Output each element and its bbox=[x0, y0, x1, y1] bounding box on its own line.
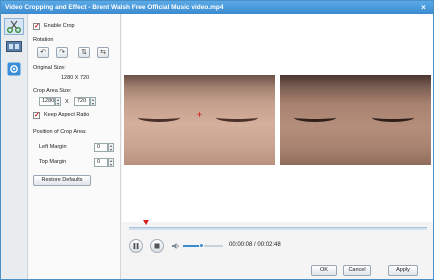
flip-vertical-button[interactable]: ⇅ bbox=[78, 47, 90, 58]
crop-settings-panel: ✓ Enable Crop Rotation ↶ ↷ ⇅ ⇆ Original … bbox=[29, 14, 121, 279]
volume-knob[interactable] bbox=[198, 243, 204, 248]
crop-area-label: Crop Area Size: bbox=[33, 88, 72, 94]
pause-button[interactable] bbox=[129, 239, 143, 253]
effect-gear-icon bbox=[7, 62, 21, 75]
original-size-label: Original Size: bbox=[33, 65, 66, 71]
pause-icon bbox=[133, 243, 139, 249]
enable-crop-checkbox[interactable]: ✓ bbox=[33, 23, 40, 30]
cropping-dialog: Video Cropping and Effect - Brent Walsh … bbox=[0, 0, 434, 280]
title-bar: Video Cropping and Effect - Brent Walsh … bbox=[1, 1, 433, 14]
crop-x-separator: X bbox=[65, 99, 69, 105]
preview-area: + bbox=[122, 14, 433, 222]
rotate-right-icon: ↷ bbox=[59, 49, 65, 56]
rotate-left-icon: ↶ bbox=[40, 49, 46, 56]
position-label: Position of Crop Area: bbox=[33, 129, 87, 135]
restore-defaults-button[interactable]: Restore Defaults bbox=[33, 175, 91, 186]
scissors-icon bbox=[7, 20, 21, 33]
keep-aspect-checkbox[interactable]: ✓ bbox=[33, 112, 40, 119]
left-eye bbox=[294, 113, 336, 122]
top-margin-label: Top Margin bbox=[39, 159, 67, 165]
enable-crop-label: Enable Crop bbox=[44, 23, 75, 29]
top-margin-input[interactable]: 0 bbox=[94, 158, 108, 167]
flip-horizontal-button[interactable]: ⇆ bbox=[97, 47, 109, 58]
timeline-track[interactable] bbox=[129, 227, 427, 230]
time-display: 00:00:08 / 00:02:48 bbox=[229, 242, 281, 248]
crop-height-stepper[interactable]: ▴ ▾ bbox=[90, 97, 96, 106]
flip-vertical-icon: ⇅ bbox=[81, 49, 87, 56]
output-video-preview bbox=[280, 75, 431, 165]
rotate-left-button[interactable]: ↶ bbox=[37, 47, 49, 58]
crop-tool-button[interactable] bbox=[4, 18, 24, 35]
ok-button[interactable]: OK bbox=[311, 265, 337, 276]
right-eye bbox=[216, 113, 258, 122]
left-eye bbox=[138, 113, 180, 122]
filmstrip-icon bbox=[6, 41, 22, 52]
window-title: Video Cropping and Effect - Brent Walsh … bbox=[5, 4, 224, 11]
crop-width-stepper[interactable]: ▴ ▾ bbox=[55, 97, 61, 106]
left-margin-input[interactable]: 0 bbox=[94, 143, 108, 152]
volume-slider[interactable] bbox=[183, 243, 223, 248]
flip-horizontal-icon: ⇆ bbox=[100, 49, 106, 56]
original-size-value: 1280 X 720 bbox=[61, 75, 90, 81]
apply-button[interactable]: Apply bbox=[388, 265, 418, 276]
crop-width-input[interactable]: 1280 bbox=[39, 97, 55, 106]
close-icon[interactable]: × bbox=[419, 3, 428, 12]
trim-tool-button[interactable] bbox=[4, 38, 24, 55]
right-eye bbox=[372, 113, 414, 122]
stop-button[interactable] bbox=[150, 239, 164, 253]
top-margin-stepper[interactable]: ▴ ▾ bbox=[108, 158, 114, 167]
tool-strip bbox=[1, 14, 28, 279]
keep-aspect-label: Keep Aspect Ratio bbox=[44, 112, 90, 118]
playhead-marker[interactable] bbox=[143, 220, 149, 225]
rotate-right-button[interactable]: ↷ bbox=[56, 47, 68, 58]
stop-icon bbox=[154, 243, 160, 249]
effect-tool-button[interactable] bbox=[4, 60, 24, 77]
volume-icon[interactable] bbox=[172, 242, 180, 250]
original-video-preview[interactable]: + bbox=[124, 75, 275, 165]
crop-height-input[interactable]: 720 bbox=[74, 97, 90, 106]
rotation-label: Rotation bbox=[33, 37, 54, 43]
left-margin-label: Left Margin bbox=[39, 144, 67, 150]
crop-center-marker[interactable]: + bbox=[195, 111, 204, 121]
left-margin-stepper[interactable]: ▴ ▾ bbox=[108, 143, 114, 152]
cancel-button[interactable]: Cancel bbox=[343, 265, 371, 276]
